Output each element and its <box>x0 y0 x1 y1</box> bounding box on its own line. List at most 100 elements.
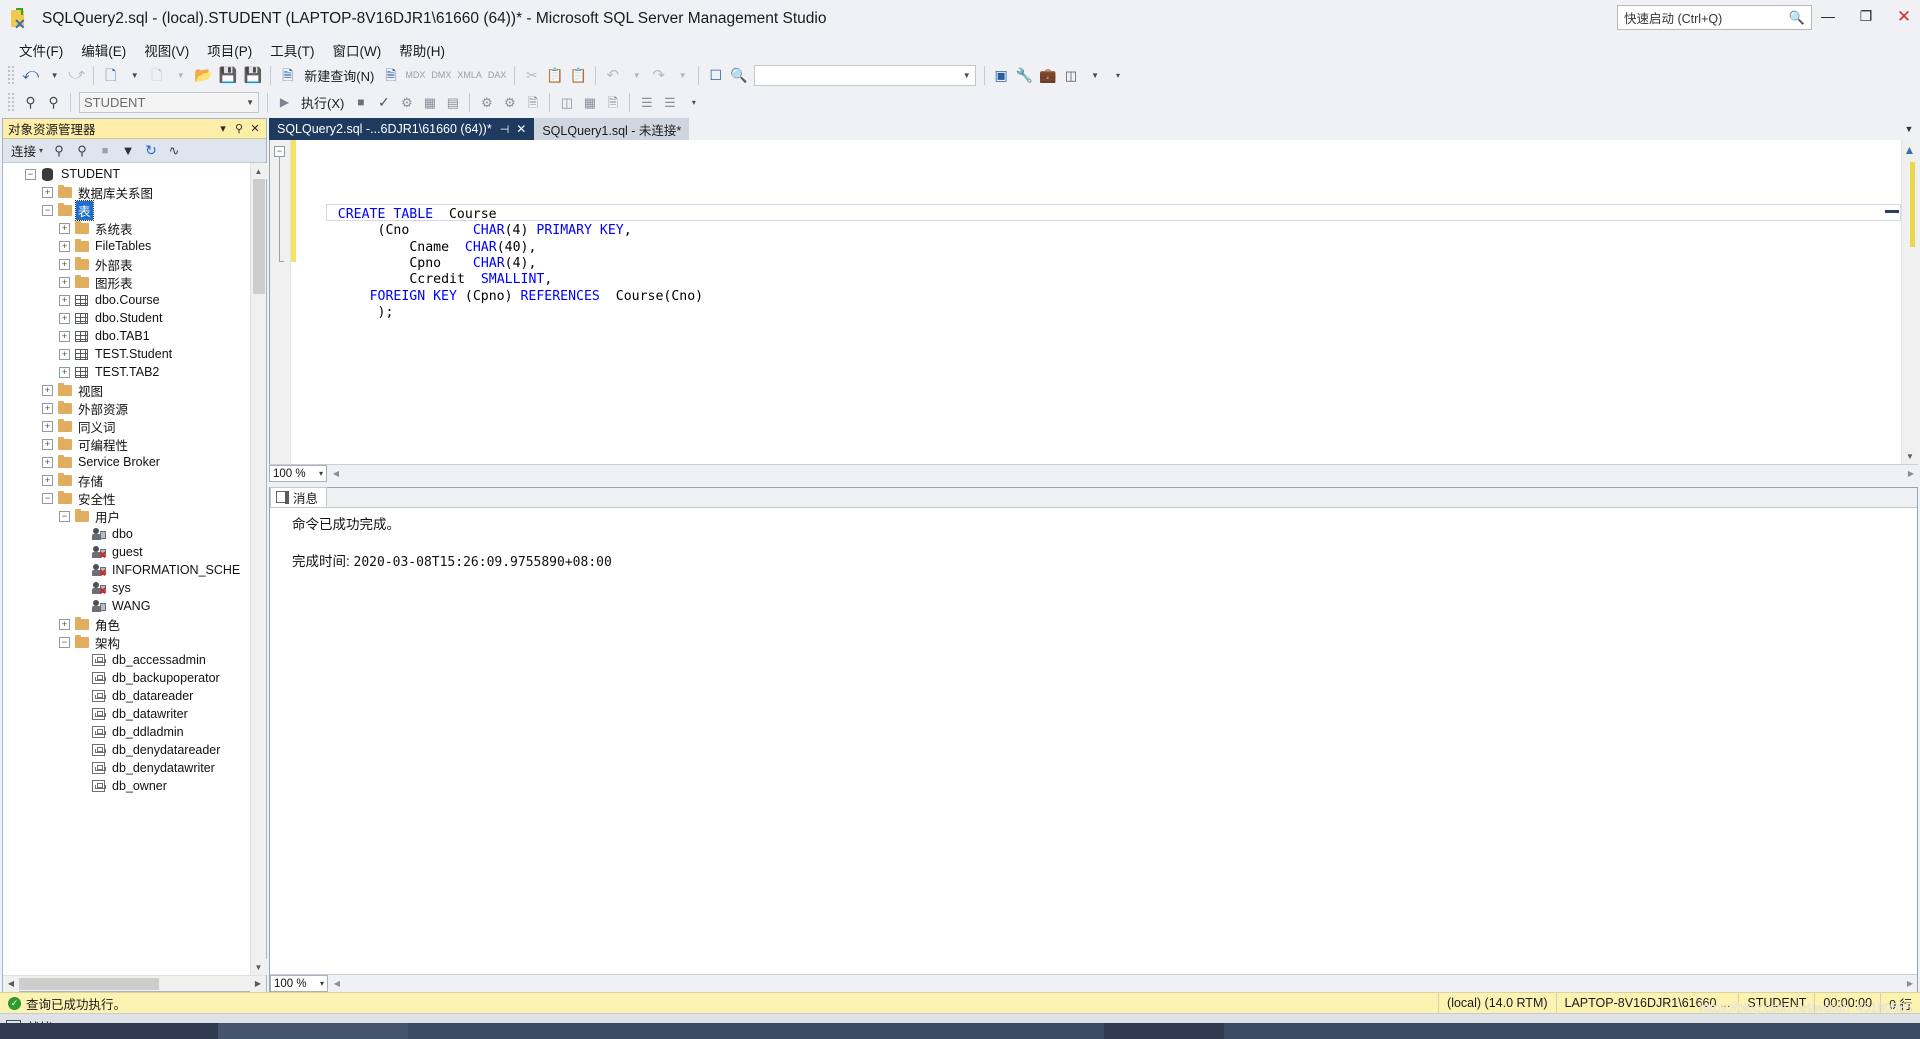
expand-icon[interactable]: + <box>59 240 70 252</box>
menu-project[interactable]: 项目(P) <box>198 38 261 62</box>
database-selector[interactable]: STUDENT ▼ <box>79 91 259 113</box>
tree-node[interactable]: ✖ INFORMATION_SCHE <box>3 561 250 579</box>
tree-node[interactable]: db_backupoperator <box>3 669 250 687</box>
tree-node[interactable]: dbo <box>3 525 250 543</box>
object-explorer-vscrollbar[interactable]: ▲ ▼ <box>250 163 267 975</box>
tree-node[interactable]: db_datareader <box>3 687 250 705</box>
tree-node[interactable]: − STUDENT <box>3 165 250 183</box>
execute-button[interactable]: 执行(X) <box>296 91 349 113</box>
tab-close-icon[interactable]: ✕ <box>516 122 526 136</box>
tree-node[interactable]: − 用户 <box>3 507 250 525</box>
tree-node[interactable]: + FileTables <box>3 237 250 255</box>
expand-icon[interactable]: + <box>59 366 70 378</box>
results-to-file-button[interactable]: 🗎 <box>521 91 544 113</box>
tree-node[interactable]: + 角色 <box>3 615 250 633</box>
disconnect-icon[interactable]: ⚲ <box>42 91 65 113</box>
chevron-down-icon[interactable]: ▾ <box>215 121 231 137</box>
add-item-button[interactable]: 🗋 <box>145 64 168 86</box>
toolbar-overflow-button[interactable]: ▾ <box>1106 64 1129 86</box>
expand-icon[interactable]: + <box>42 384 53 396</box>
expand-icon[interactable]: + <box>42 186 53 198</box>
tree-node[interactable]: + dbo.Student <box>3 309 250 327</box>
uncomment-lines-button[interactable]: ▦ <box>578 91 601 113</box>
redo-dropdown[interactable]: ▼ <box>670 64 693 86</box>
expand-icon[interactable]: + <box>59 294 70 306</box>
connect-icon[interactable]: ⚲ <box>49 141 69 161</box>
menu-view[interactable]: 视图(V) <box>135 38 198 62</box>
tree-node[interactable]: ✖ sys <box>3 579 250 597</box>
new-xmla-query-button[interactable]: XMLA <box>454 64 485 86</box>
chevron-down-icon[interactable]: ▾ <box>320 979 324 988</box>
expand-icon[interactable]: + <box>59 348 70 360</box>
menu-help[interactable]: 帮助(H) <box>390 38 454 62</box>
collapse-icon[interactable]: − <box>42 492 53 504</box>
scroll-right-icon[interactable]: ▶ <box>1903 979 1917 988</box>
increase-indent-button[interactable]: ☰ <box>635 91 658 113</box>
messages-output[interactable]: 命令已成功完成。 完成时间: 2020-03-08T15:26:09.97558… <box>270 508 1917 974</box>
tree-node[interactable]: db_denydatareader <box>3 741 250 759</box>
expand-icon[interactable]: + <box>59 222 70 234</box>
tree-node[interactable]: + Service Broker <box>3 453 250 471</box>
find-button[interactable]: 🔍 <box>727 64 750 86</box>
tree-node[interactable]: + 同义词 <box>3 417 250 435</box>
save-button[interactable]: 💾 <box>216 64 241 86</box>
expand-icon[interactable]: + <box>59 618 70 630</box>
editor-zoom-selector[interactable]: 100 % ▾ <box>269 465 327 482</box>
parse-button[interactable]: ✓ <box>372 91 395 113</box>
disconnect-icon[interactable]: ⚲ <box>72 141 92 161</box>
tab-messages[interactable]: 消息 <box>270 487 328 507</box>
tree-node[interactable]: db_ddladmin <box>3 723 250 741</box>
new-query-icon[interactable]: 🗎 <box>276 64 299 86</box>
copy-button[interactable]: 📋 <box>543 64 566 86</box>
expand-icon[interactable]: + <box>42 456 53 468</box>
include-actual-plan-button[interactable]: ⚙ <box>475 91 498 113</box>
navigate-forward-button[interactable]: ⤻ <box>65 64 88 86</box>
tree-node[interactable]: − 安全性 <box>3 489 250 507</box>
scroll-left-icon[interactable]: ◀ <box>329 469 343 478</box>
tree-node[interactable]: + TEST.Student <box>3 345 250 363</box>
scroll-up-icon[interactable]: ▲ <box>1902 142 1917 157</box>
expand-icon[interactable]: + <box>59 312 70 324</box>
filter-icon[interactable]: ▼ <box>118 141 138 161</box>
menu-edit[interactable]: 编辑(E) <box>72 38 135 62</box>
window-layout-button[interactable]: ◫ <box>1060 64 1083 86</box>
paste-button[interactable]: 📋 <box>567 64 590 86</box>
xevent-profiler-button[interactable]: ▣ <box>990 64 1013 86</box>
expand-icon[interactable]: + <box>42 420 53 432</box>
new-dax-query-button[interactable]: DAX <box>485 64 510 86</box>
tree-node[interactable]: + 系统表 <box>3 219 250 237</box>
chevron-down-icon[interactable]: ▼ <box>1900 118 1918 140</box>
stop-icon[interactable]: ■ <box>95 141 115 161</box>
display-estimated-plan-button[interactable]: ⚙ <box>395 91 418 113</box>
scroll-left-icon[interactable]: ◀ <box>330 979 344 988</box>
tree-node[interactable]: + 视图 <box>3 381 250 399</box>
new-dmx-query-button[interactable]: DMX <box>428 64 454 86</box>
specify-values-button[interactable]: 🗎 <box>601 91 624 113</box>
undo-dropdown[interactable]: ▼ <box>624 64 647 86</box>
quick-launch-input[interactable]: 快速启动 (Ctrl+Q) 🔍 <box>1617 5 1812 30</box>
tree-node[interactable]: − 架构 <box>3 633 250 651</box>
refresh-icon[interactable]: ↻ <box>141 141 161 161</box>
expand-icon[interactable]: + <box>42 474 53 486</box>
scroll-left-icon[interactable]: ◀ <box>3 975 19 992</box>
connect-icon[interactable]: ⚲ <box>19 91 42 113</box>
close-button[interactable]: ✕ <box>1894 6 1914 26</box>
expand-icon[interactable]: + <box>42 438 53 450</box>
redo-button[interactable]: ↷ <box>647 64 670 86</box>
pin-icon[interactable]: ⚲ <box>231 121 247 137</box>
menu-window[interactable]: 窗口(W) <box>324 38 391 62</box>
expand-icon[interactable]: + <box>59 276 70 288</box>
stop-button[interactable]: ■ <box>349 91 372 113</box>
code-vscrollbar[interactable]: ▲ ▼ <box>1901 140 1918 464</box>
activity-monitor-icon[interactable]: ∿ <box>164 141 184 161</box>
new-database-engine-query-button[interactable]: 🗎 <box>379 64 402 86</box>
tree-node[interactable]: db_denydatawriter <box>3 759 250 777</box>
results-to-grid-button[interactable]: ▦ <box>418 91 441 113</box>
connect-button[interactable]: 连接 ▾ <box>8 141 46 161</box>
object-explorer-tree[interactable]: − STUDENT + 数据库关系图 − 表 + 系统表 + FileTables + 外部表 + 图形表… <box>3 163 250 975</box>
close-icon[interactable]: ✕ <box>247 121 263 137</box>
tab-sqlquery1[interactable]: SQLQuery1.sql - 未连接* <box>534 118 690 140</box>
cut-button[interactable]: ✂ <box>520 64 543 86</box>
scroll-down-icon[interactable]: ▼ <box>250 959 267 975</box>
collapse-icon[interactable]: − <box>25 168 36 180</box>
